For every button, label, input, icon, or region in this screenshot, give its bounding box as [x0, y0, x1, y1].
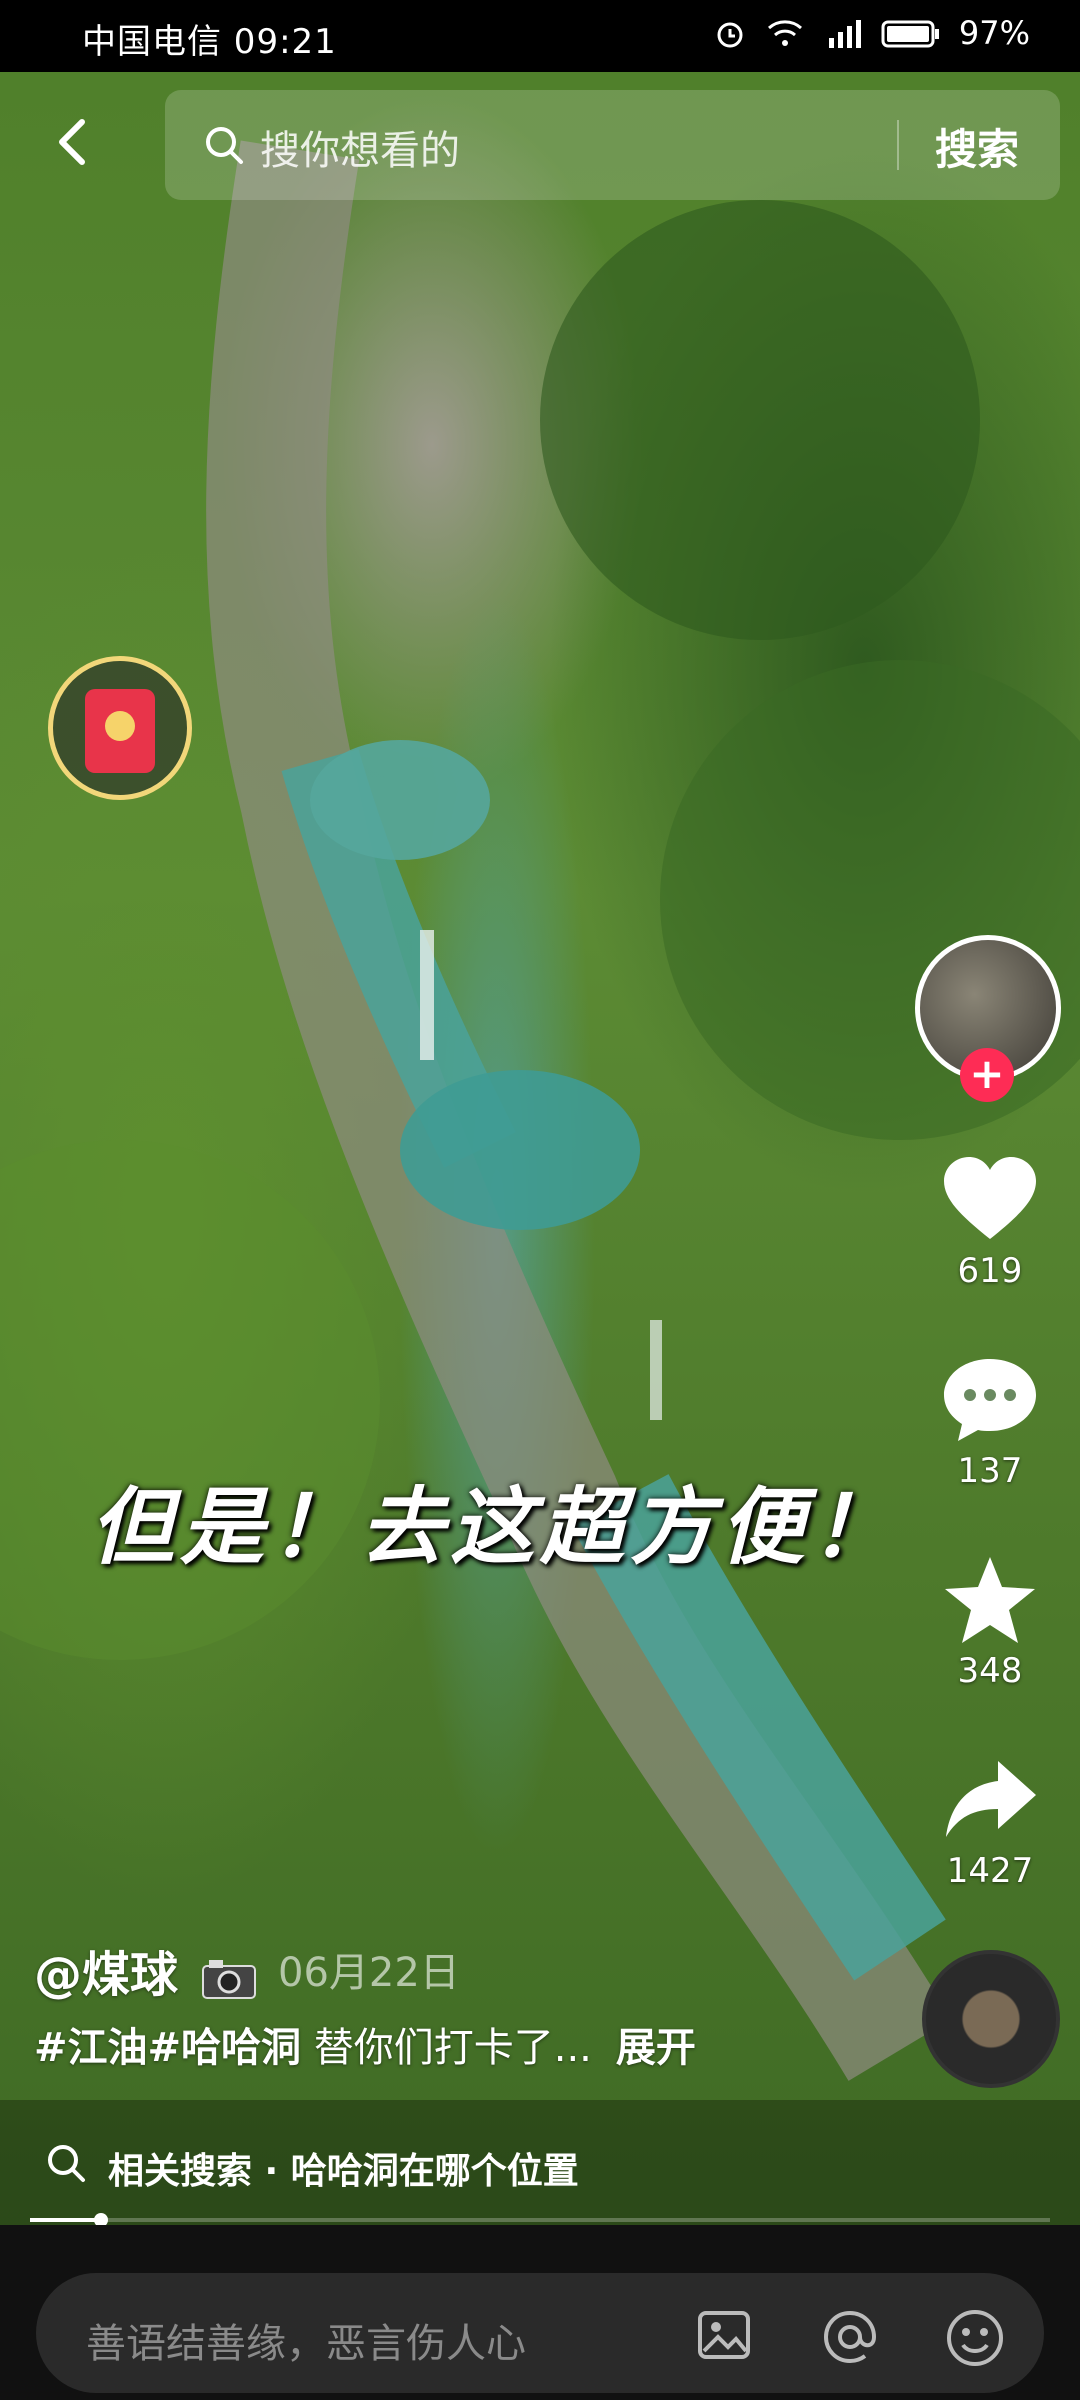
music-disc[interactable]	[922, 1950, 1060, 2088]
comment-button[interactable]: 137	[910, 1355, 1070, 1491]
image-icon[interactable]	[696, 2307, 752, 2363]
red-packet-coin	[105, 711, 135, 741]
camera-icon	[201, 1960, 256, 1999]
related-search-bar[interactable]: 相关搜索 · 哈哈洞在哪个位置	[0, 2100, 1080, 2225]
like-button[interactable]: 619	[910, 1155, 1070, 1291]
author-name[interactable]: @煤球	[34, 1935, 257, 2005]
status-bar: 中国电信 09:21 97%	[0, 0, 1080, 72]
battery-icon	[881, 20, 939, 48]
search-placeholder: 搜你想看的	[260, 128, 460, 174]
alarm-icon	[717, 22, 743, 48]
video-player[interactable]	[0, 0, 1080, 2225]
comment-input[interactable]: 善语结善缘，恶言伤人心	[36, 2273, 1044, 2393]
comment-count: 137	[957, 1451, 1023, 1491]
video-frame	[0, 140, 1080, 2081]
expand-button[interactable]: 展开	[616, 2025, 696, 2071]
favorite-count: 348	[957, 1651, 1023, 1691]
search-icon	[48, 2145, 85, 2182]
search-divider	[897, 120, 899, 170]
search-button[interactable]: 搜索	[935, 116, 1019, 177]
emoji-icon[interactable]	[944, 2307, 1006, 2369]
post-hashtags[interactable]: #江油#哈哈洞	[34, 2025, 301, 2071]
follow-button[interactable]: +	[960, 1048, 1014, 1102]
video-caption: 但是！去这超方便！	[90, 1477, 901, 1576]
wifi-icon	[767, 20, 802, 46]
signal-icon	[828, 20, 861, 48]
carrier-time: 中国电信 09:21	[82, 22, 337, 62]
red-packet-button[interactable]	[48, 656, 192, 800]
heart-icon	[944, 1157, 1036, 1239]
video-progress-bar[interactable]	[30, 2213, 1050, 2227]
video-progress-fill	[30, 2218, 102, 2222]
back-icon	[59, 119, 85, 165]
star-icon	[945, 1557, 1035, 1643]
at-icon[interactable]	[820, 2307, 880, 2367]
favorite-button[interactable]: 348	[910, 1555, 1070, 1691]
share-icon	[946, 1761, 1036, 1837]
comment-icon	[944, 1359, 1036, 1441]
back-button[interactable]	[44, 112, 104, 172]
search-input[interactable]: 搜你想看的 搜索	[165, 90, 1060, 200]
status-icons: 97%	[713, 14, 1030, 52]
post-date: 06月22日	[278, 1950, 460, 1996]
bottom-bar: 善语结善缘，恶言伤人心	[0, 2225, 1080, 2400]
share-count: 1427	[946, 1851, 1034, 1891]
like-count: 619	[957, 1251, 1023, 1291]
author-handle: @煤球	[34, 1947, 179, 2003]
post-text: 替你们打卡了...	[301, 2025, 592, 2071]
top-bar: 搜你想看的 搜索	[0, 90, 1080, 200]
post-description[interactable]: #江油#哈哈洞 替你们打卡了... 展开	[34, 2015, 696, 2073]
search-icon	[206, 127, 243, 164]
battery-percent: 97%	[958, 14, 1030, 52]
related-search-text: 相关搜索 · 哈哈洞在哪个位置	[108, 2151, 579, 2192]
comment-placeholder: 善语结善缘，恶言伤人心	[86, 2321, 526, 2367]
share-button[interactable]: 1427	[910, 1755, 1070, 1891]
